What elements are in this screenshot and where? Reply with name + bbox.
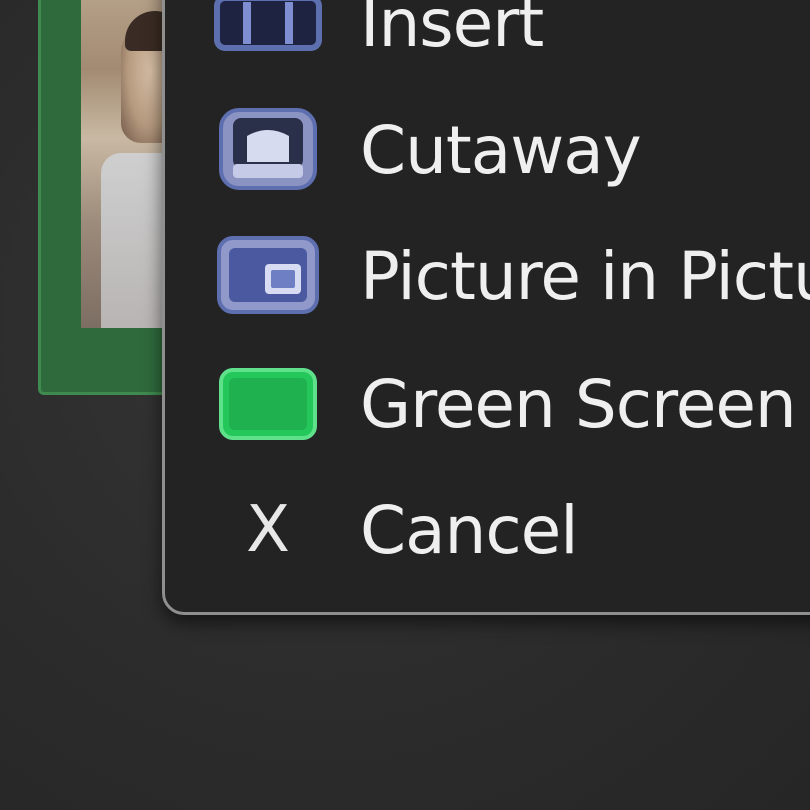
menu-item-cutaway[interactable]: Cutaway [165,95,810,205]
clip-thumbnail[interactable] [38,0,178,395]
close-icon: X [246,493,290,567]
menu-item-label: Cancel [360,491,579,569]
insert-icon [213,0,323,78]
menu-item-label: Insert [360,0,544,62]
editor-canvas: Insert Cutaway Picture in Pictu Green Sc… [0,0,810,810]
menu-item-label: Cutaway [360,111,642,189]
cutaway-icon [213,95,323,205]
menu-item-label: Green Screen [360,365,797,443]
menu-item-cancel[interactable]: X Cancel [165,475,810,585]
overlay-options-menu: Insert Cutaway Picture in Pictu Green Sc… [162,0,810,615]
green-screen-icon [213,349,323,459]
menu-item-green-screen[interactable]: Green Screen [165,349,810,459]
menu-item-label: Picture in Pictu [360,237,810,315]
menu-item-insert[interactable]: Insert [165,0,810,78]
picture-in-picture-icon [213,221,323,331]
menu-item-picture-in-picture[interactable]: Picture in Pictu [165,221,810,331]
